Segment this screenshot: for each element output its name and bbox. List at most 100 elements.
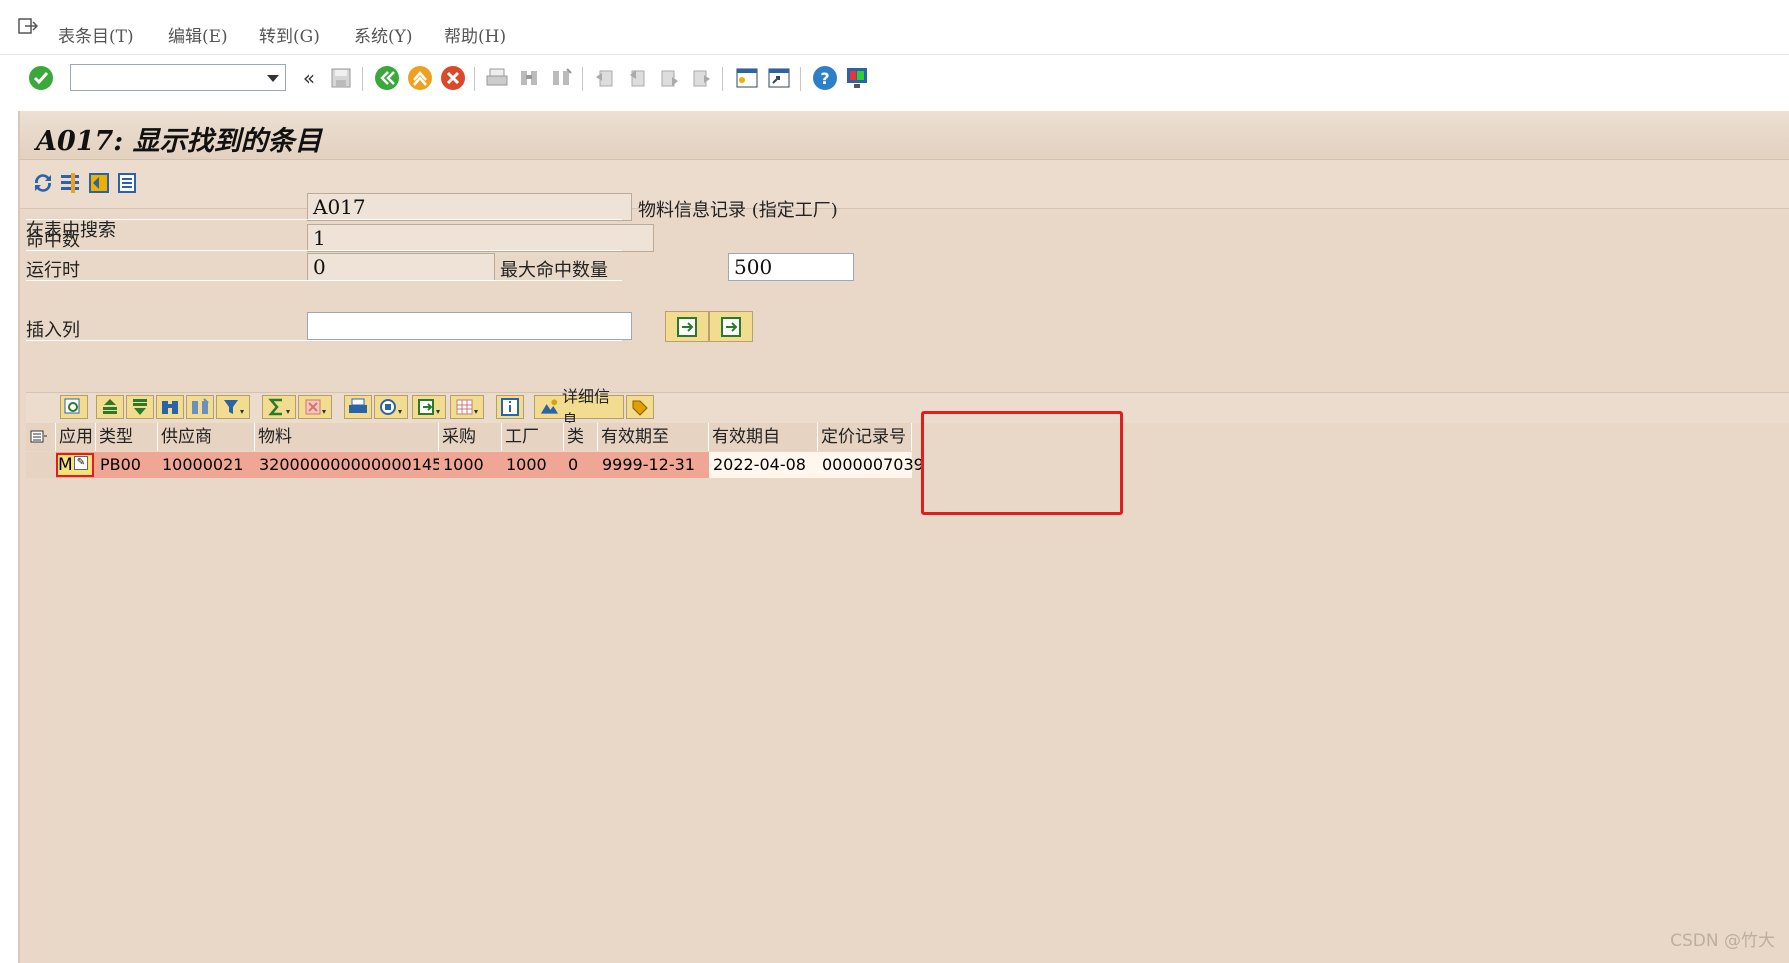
- application-value: M: [58, 455, 73, 475]
- row-divider: [26, 219, 622, 220]
- sum-icon[interactable]: [262, 395, 296, 419]
- subtotal-icon[interactable]: [298, 395, 332, 419]
- find-icon[interactable]: [156, 395, 184, 419]
- insert-column-before-button[interactable]: [665, 311, 709, 342]
- export-icon[interactable]: [412, 395, 446, 419]
- valid-from-cell: 2022-04-08: [709, 452, 818, 478]
- back-icon[interactable]: [374, 65, 400, 91]
- menu-goto[interactable]: 转到(G): [259, 22, 320, 47]
- chevron-down-icon[interactable]: [267, 75, 279, 82]
- cancel-icon[interactable]: [440, 65, 466, 91]
- application-cell[interactable]: M ✎: [56, 452, 96, 478]
- column-header-valid-to[interactable]: 有效期至: [598, 423, 709, 451]
- column-header-vendor[interactable]: 供应商: [158, 423, 255, 451]
- sort-descending-icon[interactable]: [126, 395, 154, 419]
- find-icon[interactable]: [516, 65, 542, 91]
- find-next-icon[interactable]: [186, 395, 214, 419]
- last-page-icon[interactable]: [688, 65, 714, 91]
- menu-system[interactable]: 系统(Y): [354, 22, 413, 47]
- info-icon[interactable]: [496, 395, 524, 419]
- menu-icon[interactable]: [18, 18, 39, 34]
- enter-icon[interactable]: [28, 65, 54, 91]
- plant-cell: 1000: [502, 452, 564, 478]
- max-hits-label: 最大命中数量: [500, 260, 608, 281]
- title-bar: A017: 显示找到的条目: [20, 111, 1789, 160]
- runtime-field: 0: [307, 253, 495, 281]
- alv-toolbar: 详细信息: [26, 387, 1789, 430]
- hits-label: 命中数: [26, 230, 80, 251]
- print-icon[interactable]: [484, 65, 510, 91]
- print-preview-icon[interactable]: [344, 395, 372, 419]
- valid-to-cell: 9999-12-31: [598, 452, 709, 478]
- toolbar-separator: [362, 67, 363, 91]
- condition-record-cell: 0000007039: [818, 452, 924, 478]
- column-header-valid-from[interactable]: 有效期自: [709, 423, 818, 451]
- menu-help[interactable]: 帮助(H): [444, 22, 506, 47]
- exit-icon[interactable]: [407, 65, 433, 91]
- details-icon: [540, 399, 559, 414]
- back-arrows-icon[interactable]: «: [296, 65, 322, 91]
- column-header-purchasing[interactable]: 采购: [439, 423, 502, 451]
- hits-field: 1: [307, 224, 654, 252]
- next-page-icon[interactable]: [656, 65, 682, 91]
- column-header-category[interactable]: 类: [564, 423, 598, 451]
- purchasing-cell: 1000: [439, 452, 502, 478]
- selection-icon[interactable]: [86, 170, 112, 196]
- toolbar-separator: [474, 67, 475, 91]
- help-icon[interactable]: ?: [812, 65, 838, 91]
- search-table-description: 物料信息记录 (指定工厂): [638, 200, 838, 221]
- material-cell: 320000000000000145: [255, 452, 442, 478]
- customize-icon[interactable]: [844, 65, 870, 91]
- shortcut-icon[interactable]: [766, 65, 792, 91]
- type-cell: PB00: [96, 452, 158, 478]
- toolbar-separator: [800, 67, 801, 91]
- list-icon[interactable]: [114, 170, 140, 196]
- vendor-cell: 10000021: [158, 452, 255, 478]
- menu-table-entry[interactable]: 表条目(T): [58, 22, 134, 47]
- edit-icon[interactable]: ✎: [74, 456, 88, 470]
- layout-icon[interactable]: [450, 395, 484, 419]
- details-view-icon[interactable]: [60, 395, 88, 419]
- max-hits-input[interactable]: 500: [728, 253, 854, 281]
- toolbar-separator: [582, 67, 583, 91]
- details-button[interactable]: 详细信息: [534, 387, 624, 430]
- new-session-icon[interactable]: [734, 65, 760, 91]
- menu-bar: 表条目(T) 编辑(E) 转到(G) 系统(Y) 帮助(H): [0, 0, 1789, 55]
- refresh-icon[interactable]: [30, 170, 56, 196]
- column-header-material[interactable]: 物料: [255, 423, 439, 451]
- select-all-icon[interactable]: [26, 423, 56, 451]
- annotation-highlight-box: [921, 411, 1123, 515]
- find-next-icon[interactable]: [548, 65, 574, 91]
- views-icon[interactable]: [374, 395, 408, 419]
- search-table-field: A017: [307, 193, 632, 221]
- hierarchy-icon[interactable]: [626, 395, 654, 419]
- page-title: A017: 显示找到的条目: [36, 126, 322, 157]
- insert-right-icon: [721, 316, 741, 337]
- previous-page-icon[interactable]: [624, 65, 650, 91]
- insert-column-input[interactable]: [307, 312, 632, 340]
- insert-column-label: 插入列: [26, 320, 80, 341]
- row-divider: [26, 340, 622, 341]
- row-divider: [26, 250, 622, 251]
- toolbar-separator: [722, 67, 723, 91]
- filter-icon[interactable]: [216, 395, 250, 419]
- first-page-icon[interactable]: [592, 65, 618, 91]
- standard-toolbar: « ?: [0, 55, 1789, 101]
- main-frame: A017: 显示找到的条目 在表中搜索 A017 物料信息记录 (指定工厂) 命…: [18, 111, 1789, 963]
- column-header-type[interactable]: 类型: [96, 423, 158, 451]
- save-icon[interactable]: [328, 65, 354, 91]
- column-header-condition-record[interactable]: 定价记录号: [818, 423, 912, 451]
- application-toolbar: [20, 160, 1789, 209]
- category-cell: 0: [564, 452, 598, 478]
- insert-left-icon: [677, 316, 697, 337]
- runtime-label: 运行时: [26, 260, 80, 281]
- command-field[interactable]: [70, 64, 286, 91]
- insert-column-after-button[interactable]: [709, 311, 753, 342]
- menu-edit[interactable]: 编辑(E): [168, 22, 228, 47]
- column-header-application[interactable]: 应用: [56, 423, 96, 451]
- column-header-plant[interactable]: 工厂: [502, 423, 564, 451]
- settings-icon[interactable]: [58, 170, 84, 196]
- watermark: CSDN @竹大: [1670, 931, 1775, 951]
- sort-ascending-icon[interactable]: [96, 395, 124, 419]
- row-selector[interactable]: [26, 452, 56, 478]
